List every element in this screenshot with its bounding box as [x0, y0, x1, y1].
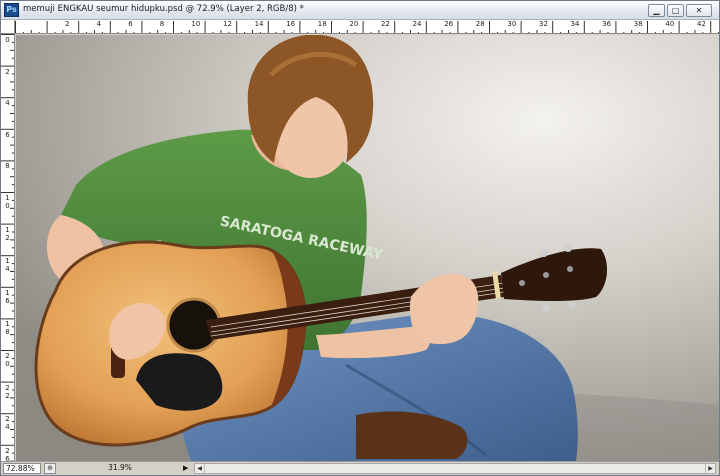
ruler-tick-label: 1 6	[5, 288, 10, 305]
tuning-peg	[542, 304, 550, 312]
status-menu-arrow-icon[interactable]: ▶	[183, 463, 192, 474]
document-title: memuji ENGKAU seumur hidupku.psd @ 72.9%…	[23, 4, 304, 14]
ruler-tick-label: 36	[602, 20, 612, 28]
ruler-tick-label: 6	[5, 130, 10, 139]
ruler-tick-label: 26	[444, 20, 454, 28]
photo-guitarist: SARATOGA RACEWAY	[16, 35, 719, 461]
ruler-tick-label: 1 0	[5, 194, 10, 210]
maximize-icon: ▢	[671, 6, 680, 15]
title-bar[interactable]: Ps memuji ENGKAU seumur hidupku.psd @ 72…	[1, 1, 719, 20]
tuning-post	[567, 266, 573, 272]
tuning-peg	[564, 244, 572, 252]
maximize-button[interactable]: ▢	[667, 4, 684, 17]
ruler-tick-label: 28	[475, 20, 485, 28]
tuning-peg	[568, 301, 576, 309]
status-bar: 72.88% ⊕ 31.9% ▶ ◀ ▶	[1, 461, 719, 475]
ruler-tick-label: 38	[633, 20, 643, 28]
ruler-tick-label: 2	[65, 20, 70, 28]
scroll-right-icon[interactable]: ▶	[705, 464, 715, 473]
ruler-tick-label: 40	[665, 20, 675, 28]
horizontal-scrollbar[interactable]: ◀ ▶	[194, 463, 716, 474]
minimize-icon: ▁	[653, 6, 660, 15]
ruler-tick-label: 10	[191, 20, 201, 28]
ruler-tick-label: 8	[159, 20, 165, 28]
ruler-tick-label: 4	[96, 20, 102, 28]
ruler-tick-label: 2 2	[5, 383, 10, 400]
ruler-tick-label: 34	[570, 20, 580, 28]
document-info: 31.9%	[108, 463, 132, 472]
tuning-post	[543, 272, 549, 278]
ruler-tick-label: 2	[5, 67, 10, 76]
minimize-button[interactable]: ▁	[648, 4, 665, 17]
ruler-tick-label: 8	[5, 162, 10, 171]
ruler-tick-label: 16	[286, 20, 296, 28]
ruler-tick-label: 14	[254, 20, 264, 28]
ruler-tick-label: 2 4	[5, 415, 10, 432]
ruler-tick-label: 1 4	[5, 257, 10, 274]
photoshop-document-window: Ps memuji ENGKAU seumur hidupku.psd @ 72…	[0, 0, 720, 476]
ruler-tick-label: 1 2	[5, 225, 10, 242]
ruler-tick-label: 1 8	[5, 320, 10, 337]
scroll-left-icon[interactable]: ◀	[195, 464, 205, 473]
photoshop-app-icon: Ps	[4, 3, 19, 17]
zoom-level-field[interactable]: 72.88%	[3, 463, 41, 474]
vertical-ruler[interactable]: 0 2 4 6 8 1 0 1 2 1 4 1 6 1 8 2 0 2 2 2 4 2 6	[1, 34, 15, 461]
ruler-origin[interactable]	[1, 20, 15, 34]
ruler-tick-label: 20	[349, 20, 359, 28]
ruler-tick-label: 12	[223, 20, 232, 28]
close-button[interactable]: ✕	[686, 4, 712, 17]
ruler-tick-label: 42	[697, 20, 706, 28]
ruler-tick-label: 2 0	[5, 352, 10, 368]
ruler-tick-label: 6	[128, 20, 133, 28]
tuning-post	[519, 280, 525, 286]
ruler-tick-label: 2 6	[5, 446, 10, 461]
tuning-peg	[540, 249, 548, 257]
ruler-tick-label: 30	[507, 20, 517, 28]
ruler-tick-label: 0	[5, 36, 10, 44]
ruler-tick-label: 24	[412, 20, 422, 28]
horizontal-ruler-ticks	[15, 21, 719, 33]
close-icon: ✕	[695, 6, 703, 15]
ruler-tick-label: 22	[381, 20, 390, 28]
ruler-tick-label: 32	[539, 20, 548, 28]
document-canvas[interactable]: SARATOGA RACEWAY	[16, 35, 719, 461]
ruler-tick-label: 18	[317, 20, 327, 28]
ruler-tick-label: 4	[5, 99, 10, 108]
document-info-icon[interactable]: ⊕	[44, 463, 56, 474]
horizontal-ruler[interactable]: 2468101214161820222426283032343638404244	[15, 20, 719, 34]
